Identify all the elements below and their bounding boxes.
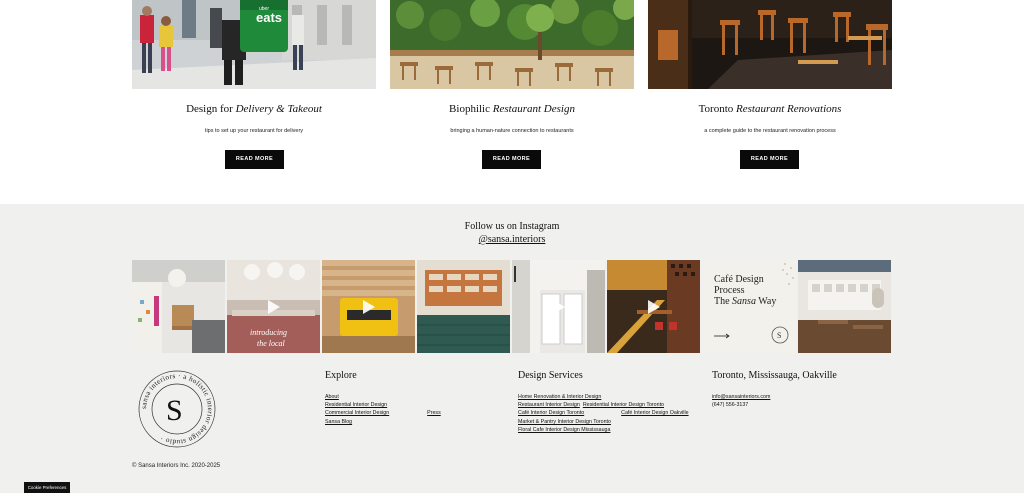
- delivery-photo[interactable]: eats uber: [132, 0, 376, 89]
- blog-card-title[interactable]: Design for Delivery & Takeout: [132, 103, 376, 116]
- read-more-button[interactable]: READ MORE: [225, 150, 284, 169]
- footer-link-cafe-toronto[interactable]: Café Interior Design Toronto: [518, 409, 584, 417]
- blog-cards: eats uber Design for Delivery & Takeout …: [0, 0, 1024, 204]
- instagram-post-video[interactable]: [512, 260, 605, 353]
- footer-phone: (647) 556-3137: [712, 402, 749, 409]
- biophilic-photo[interactable]: [390, 0, 634, 89]
- footer-link-blog[interactable]: Sansa Blog: [325, 418, 389, 426]
- renovations-photo[interactable]: [648, 0, 892, 89]
- blog-card-subtitle: bringing a human-nature connection to re…: [450, 128, 574, 134]
- footer-design-services: Design Services Home Renovation & Interi…: [518, 370, 689, 434]
- footer-link-home-renovation[interactable]: Home Renovation & Interior Design: [518, 393, 689, 401]
- instagram-post-video[interactable]: [322, 260, 415, 353]
- footer-link-about[interactable]: About: [325, 393, 389, 401]
- instagram-post-cafe-process[interactable]: Café Design Process The Sansa Way S: [703, 260, 796, 353]
- footer-link-commercial[interactable]: Commercial Interior Design: [325, 409, 389, 417]
- tile-text: Café Design: [714, 274, 764, 285]
- cookie-preferences-button[interactable]: Cookie Preferences: [24, 482, 70, 493]
- instagram-feed: introducing the local Café Design Proces…: [132, 260, 892, 353]
- instagram-handle-link[interactable]: @sansa.interiors: [0, 234, 1024, 246]
- instagram-post-video[interactable]: [607, 260, 700, 353]
- footer-link-market-pantry[interactable]: Market & Pantry Interior Design Toronto: [518, 418, 689, 426]
- blog-card-title[interactable]: Biophilic Restaurant Design: [390, 103, 634, 116]
- read-more-button[interactable]: READ MORE: [482, 150, 541, 169]
- instagram-post[interactable]: [132, 260, 225, 353]
- blog-card-title[interactable]: Toronto Restaurant Renovations: [648, 103, 892, 116]
- copyright-text: © Sansa Interiors Inc. 2020-2025: [132, 463, 221, 469]
- site-footer: Follow us on Instagram @sansa.interiors: [0, 204, 1024, 493]
- instagram-heading: Follow us on Instagram: [464, 221, 560, 232]
- blog-card-subtitle: tips to set up your restaurant for deliv…: [204, 128, 304, 134]
- instagram-post[interactable]: [417, 260, 510, 353]
- tile-overlay-text: the local: [257, 339, 286, 348]
- footer-email-link[interactable]: info@sansainteriors.com: [712, 393, 837, 401]
- tile-overlay-text: introducing: [250, 328, 287, 337]
- svg-text:S: S: [777, 331, 781, 340]
- footer-link-cafe-oakville[interactable]: Café Interior Design Oakville: [621, 409, 688, 417]
- eats-bag-text: eats: [256, 10, 282, 25]
- sansa-logo-seal[interactable]: sansa interiors · a holistic interior de…: [137, 369, 217, 449]
- uber-bag-text: uber: [259, 6, 269, 12]
- tile-text: Process: [714, 285, 745, 296]
- blog-card-subtitle: a complete guide to the restaurant renov…: [704, 128, 836, 134]
- footer-contact: Toronto, Mississauga, Oakville info@sans…: [712, 370, 837, 409]
- footer-link-restaurant-design[interactable]: Restaurant Interior Design: [518, 401, 580, 409]
- contact-heading: Toronto, Mississauga, Oakville: [712, 370, 837, 381]
- footer-link-residential-toronto[interactable]: Residential Interior Design Toronto: [583, 401, 664, 409]
- footer-link-press[interactable]: Press: [427, 409, 441, 417]
- instagram-post-video[interactable]: introducing the local: [227, 260, 320, 353]
- footer-link-residential[interactable]: Residential Interior Design: [325, 401, 389, 409]
- logo-letter: S: [166, 394, 183, 427]
- read-more-button[interactable]: READ MORE: [740, 150, 799, 169]
- instagram-post[interactable]: [798, 260, 891, 353]
- services-heading: Design Services: [518, 370, 583, 381]
- footer-explore: Explore About Residential Interior Desig…: [325, 370, 441, 426]
- tile-text: The Sansa Way: [714, 296, 776, 307]
- footer-link-floral-cafe[interactable]: Floral Cafe Interior Design Mississauga: [518, 426, 689, 434]
- explore-heading: Explore: [325, 370, 357, 381]
